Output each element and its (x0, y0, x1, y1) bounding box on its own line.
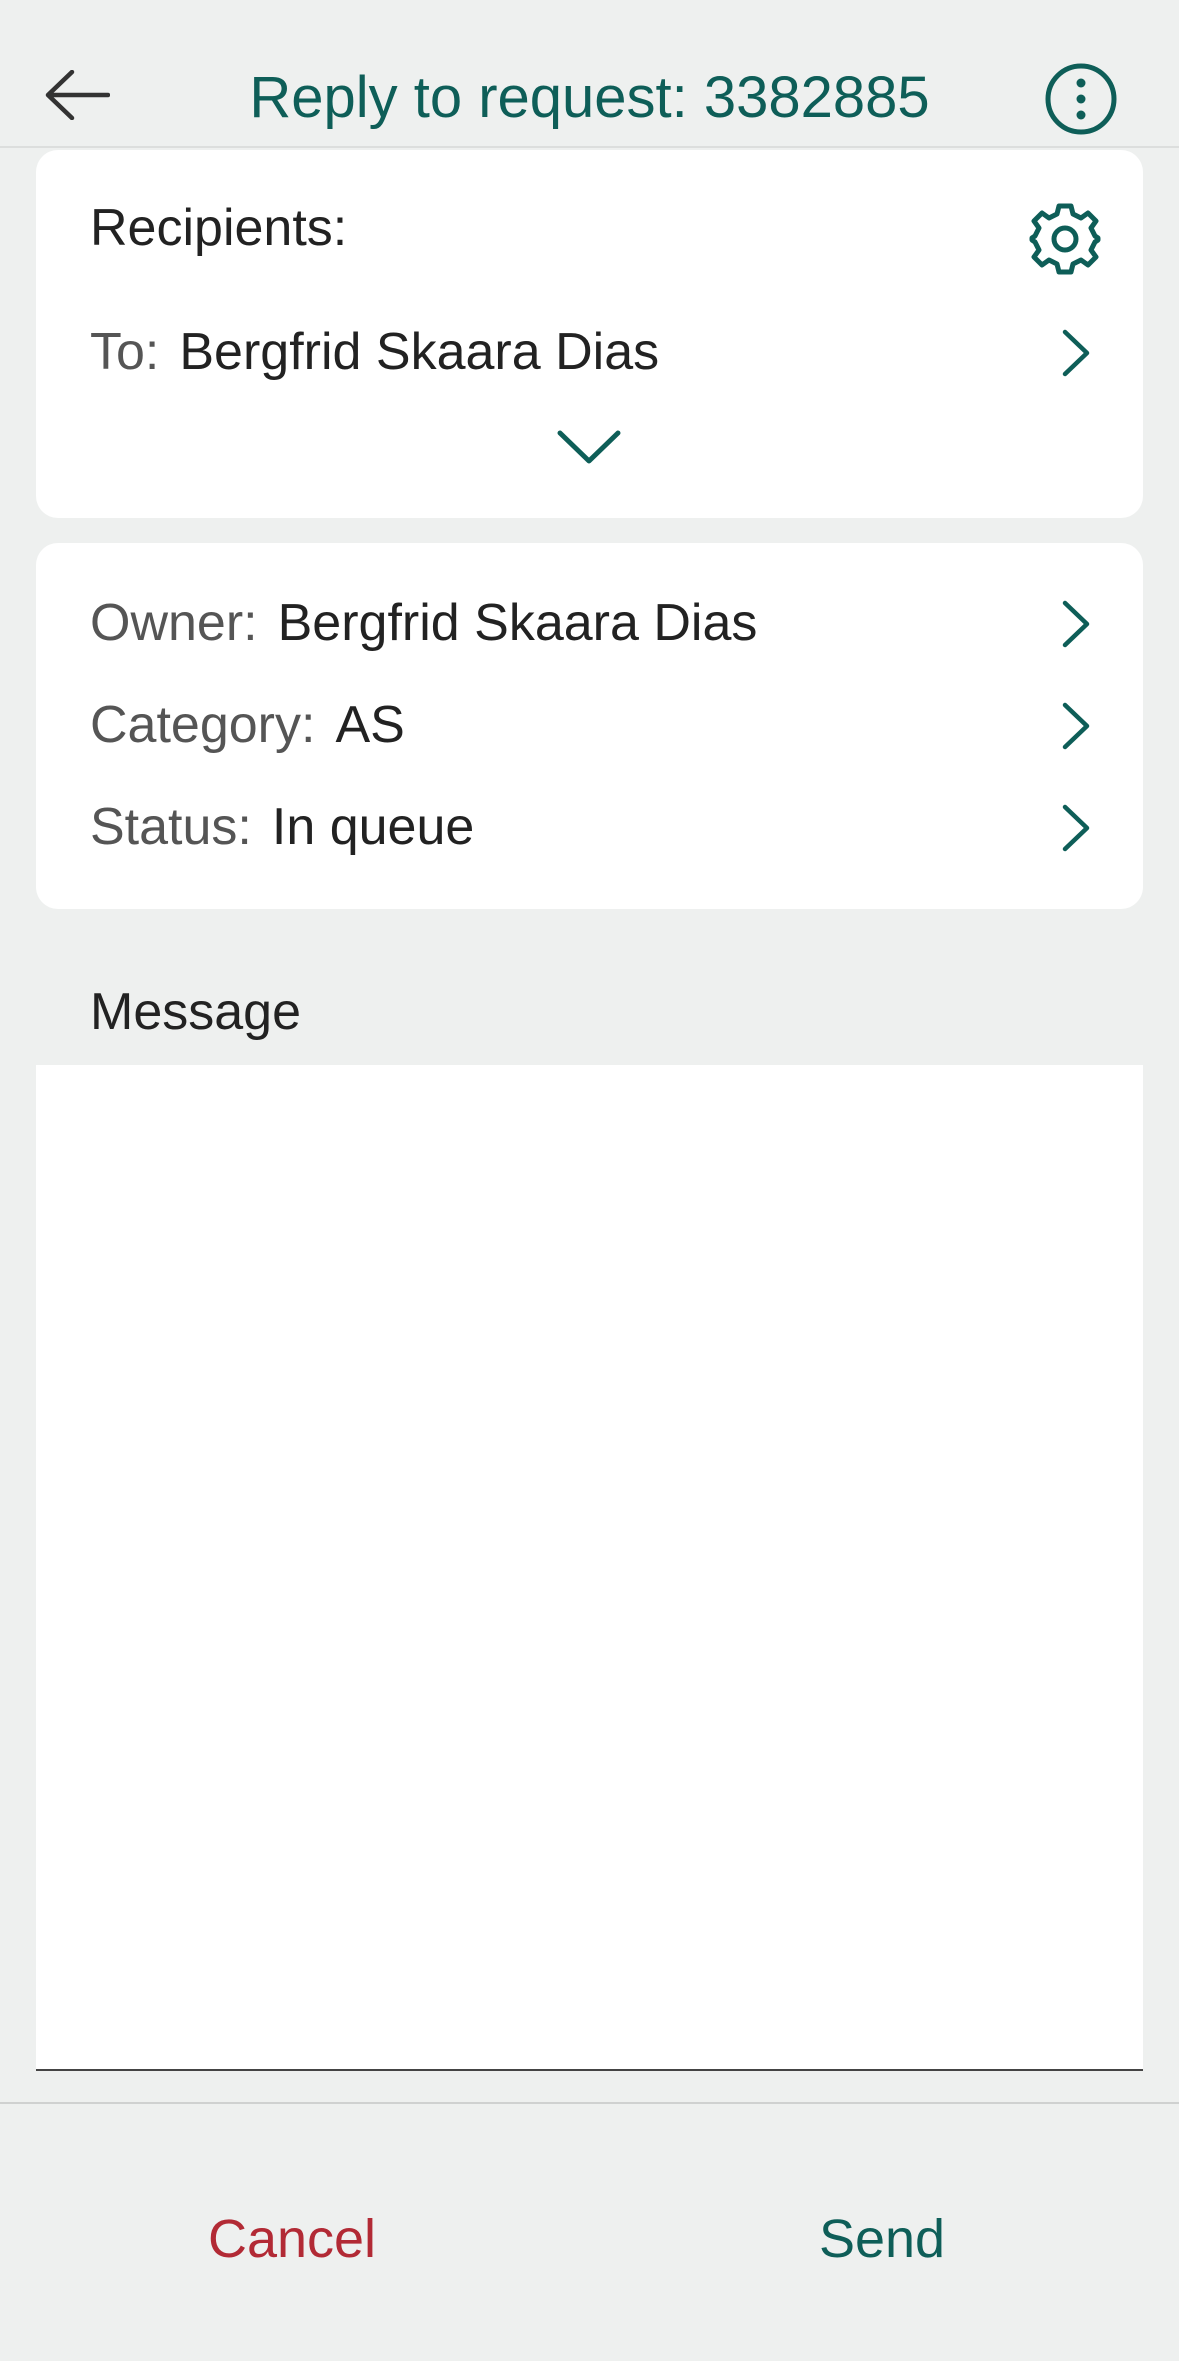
more-vertical-icon (1045, 63, 1117, 135)
owner-value: Bergfrid Skaara Dias (277, 594, 758, 652)
back-button[interactable] (36, 54, 118, 136)
chevron-right-icon (1062, 702, 1090, 750)
chevron-down-icon (557, 430, 621, 464)
status-row[interactable]: Status: In queue (36, 781, 1143, 873)
arrow-left-icon (45, 70, 110, 120)
status-label: Status: (90, 798, 252, 856)
category-row[interactable]: Category: AS (36, 679, 1143, 771)
status-value: In queue (271, 798, 475, 856)
recipients-heading: Recipients: (90, 199, 348, 257)
to-recipient-row[interactable]: To: Bergfrid Skaara Dias (36, 306, 1143, 398)
cancel-button[interactable]: Cancel (82, 2184, 502, 2294)
app-header: Reply to request: 3382885 (0, 0, 1179, 148)
message-input[interactable] (36, 1065, 1143, 2071)
action-footer: Cancel Send (0, 2102, 1179, 2361)
recipients-settings-button[interactable] (1022, 196, 1108, 282)
recipients-card: Recipients: To: Bergfrid Skaara Dias (36, 150, 1143, 518)
expand-recipients-button[interactable] (549, 412, 629, 482)
chevron-right-icon (1062, 329, 1090, 377)
to-value: Bergfrid Skaara Dias (179, 323, 660, 381)
owner-label: Owner: (90, 594, 258, 652)
page-title: Reply to request: 3382885 (249, 65, 930, 130)
category-value: AS (335, 696, 405, 754)
request-details-card: Owner: Bergfrid Skaara Dias Category: AS… (36, 543, 1143, 909)
to-label: To: (90, 323, 160, 381)
chevron-right-icon (1062, 600, 1090, 648)
owner-row[interactable]: Owner: Bergfrid Skaara Dias (36, 577, 1143, 669)
message-label: Message (90, 983, 301, 1041)
category-label: Category: (90, 696, 316, 754)
gear-icon (1029, 203, 1101, 275)
more-options-button[interactable] (1040, 58, 1122, 140)
chevron-right-icon (1062, 804, 1090, 852)
send-button[interactable]: Send (672, 2184, 1092, 2294)
